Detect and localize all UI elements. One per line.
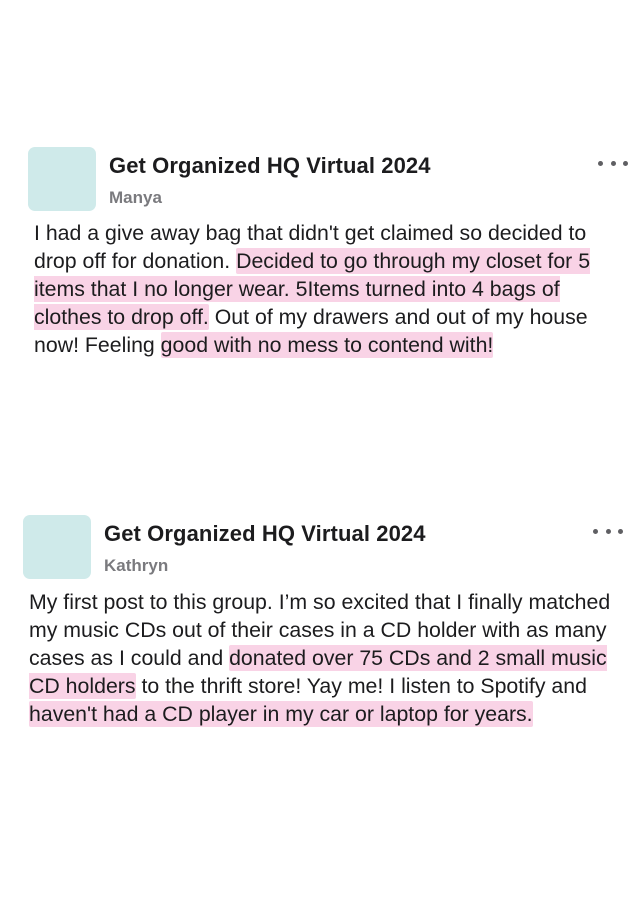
post-body: My first post to this group. I’m so exci… (29, 588, 619, 728)
highlighted-text: haven't had a CD player in my car or lap… (29, 701, 533, 727)
post-text-segment: to the thrift store! Yay me! I listen to… (135, 674, 587, 698)
author-name[interactable]: Kathryn (104, 556, 168, 576)
more-horizontal-icon[interactable] (593, 523, 623, 539)
group-name[interactable]: Get Organized HQ Virtual 2024 (104, 521, 426, 547)
post-body: I had a give away bag that didn't get cl… (34, 219, 624, 359)
post-header: Get Organized HQ Virtual 2024 Manya (28, 147, 628, 217)
more-horizontal-icon[interactable] (598, 155, 628, 171)
group-avatar[interactable] (23, 515, 91, 579)
author-name[interactable]: Manya (109, 188, 162, 208)
post-header: Get Organized HQ Virtual 2024 Kathryn (23, 515, 623, 585)
highlighted-text: good with no mess to contend with! (160, 332, 494, 358)
group-avatar[interactable] (28, 147, 96, 211)
group-name[interactable]: Get Organized HQ Virtual 2024 (109, 153, 431, 179)
post-card: Get Organized HQ Virtual 2024 Kathryn My… (23, 515, 623, 727)
post-card: Get Organized HQ Virtual 2024 Manya I ha… (28, 147, 628, 358)
